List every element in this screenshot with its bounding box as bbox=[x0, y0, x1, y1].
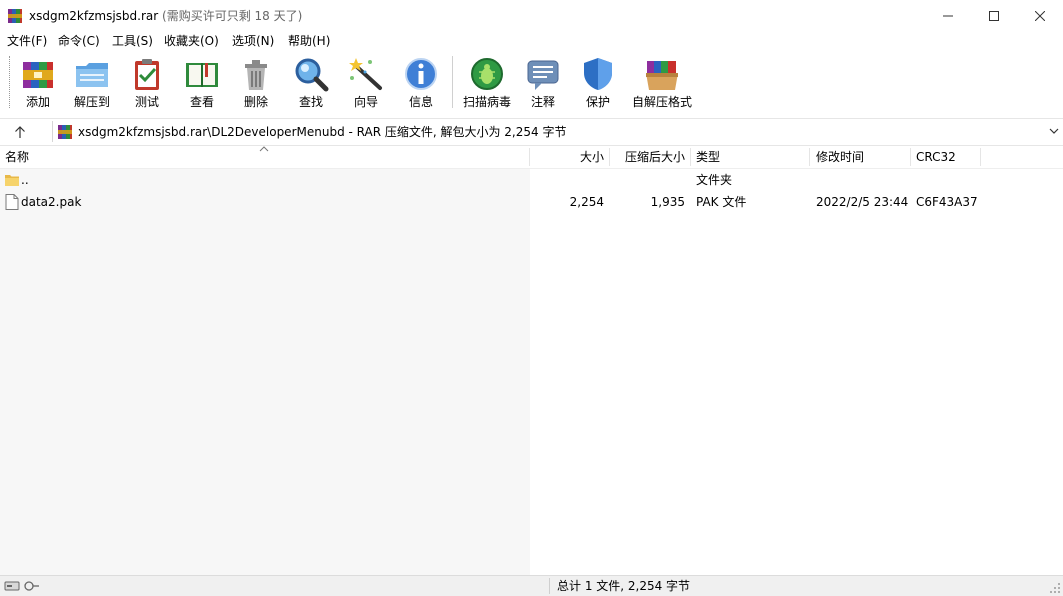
column-divider[interactable] bbox=[910, 148, 911, 166]
delete-button[interactable]: 删除 bbox=[231, 54, 281, 114]
column-header-name[interactable]: 名称 bbox=[5, 146, 29, 168]
file-list-header: 名称 大小 压缩后大小 类型 修改时间 CRC32 bbox=[0, 146, 1063, 169]
drive-key-icon[interactable] bbox=[4, 579, 40, 593]
add-archive-icon bbox=[23, 62, 53, 88]
address-field[interactable]: xsdgm2kfzmsjsbd.rar\DL2DeveloperMenubd -… bbox=[52, 121, 1063, 142]
virus-scan-icon bbox=[471, 58, 503, 90]
title-bar: xsdgm2kfzmsjsbd.rar (需购买许可只剩 18 天了) bbox=[0, 0, 1063, 32]
file-type: 文件夹 bbox=[696, 173, 733, 187]
address-bar: xsdgm2kfzmsjsbd.rar\DL2DeveloperMenubd -… bbox=[0, 118, 1063, 146]
chevron-down-icon[interactable] bbox=[1047, 124, 1061, 138]
magnifier-icon bbox=[295, 58, 329, 92]
info-button[interactable]: 信息 bbox=[396, 54, 446, 114]
close-icon bbox=[1035, 11, 1045, 21]
address-path: xsdgm2kfzmsjsbd.rar\DL2DeveloperMenubd -… bbox=[78, 125, 567, 139]
status-bar: 总计 1 文件, 2,254 字节 bbox=[0, 575, 1063, 596]
menu-options[interactable]: 选项(N) bbox=[232, 33, 274, 49]
sfx-button[interactable]: 自解压格式 bbox=[632, 54, 692, 114]
window-title: xsdgm2kfzmsjsbd.rar (需购买许可只剩 18 天了) bbox=[29, 8, 302, 24]
file-size: 2,254 bbox=[569, 195, 604, 209]
book-icon bbox=[186, 63, 218, 87]
file-packed-size: 1,935 bbox=[650, 195, 685, 209]
column-header-type[interactable]: 类型 bbox=[696, 146, 720, 168]
folder-icon bbox=[5, 175, 19, 186]
menu-file[interactable]: 文件(F) bbox=[7, 33, 47, 49]
status-summary: 总计 1 文件, 2,254 字节 bbox=[557, 579, 691, 593]
menu-bar: 文件(F) 命令(C) 工具(S) 收藏夹(O) 选项(N) 帮助(H) bbox=[0, 32, 1063, 50]
file-icon bbox=[5, 194, 19, 210]
add-button[interactable]: 添加 bbox=[13, 54, 63, 114]
column-divider[interactable] bbox=[980, 148, 981, 166]
view-button[interactable]: 查看 bbox=[177, 54, 227, 114]
menu-tools[interactable]: 工具(S) bbox=[112, 33, 153, 49]
column-header-packed[interactable]: 压缩后大小 bbox=[611, 146, 685, 168]
comment-button[interactable]: 注释 bbox=[518, 54, 568, 114]
winrar-app-icon[interactable] bbox=[7, 8, 23, 24]
column-divider[interactable] bbox=[609, 148, 610, 166]
list-item[interactable]: .. 文件夹 bbox=[0, 169, 1063, 191]
sfx-button-label: 自解压格式 bbox=[631, 95, 692, 109]
menu-commands[interactable]: 命令(C) bbox=[58, 33, 100, 49]
file-crc32: C6F43A37 bbox=[916, 195, 978, 209]
maximize-icon bbox=[989, 11, 999, 21]
comment-icon bbox=[527, 60, 559, 90]
column-divider[interactable] bbox=[809, 148, 810, 166]
column-header-size[interactable]: 大小 bbox=[531, 146, 604, 168]
magic-wand-icon bbox=[349, 58, 382, 90]
minimize-icon bbox=[943, 15, 953, 17]
find-button[interactable]: 查找 bbox=[286, 54, 336, 114]
test-button[interactable]: 测试 bbox=[122, 54, 172, 114]
file-type: PAK 文件 bbox=[696, 195, 747, 209]
extract-folder-icon bbox=[76, 63, 108, 87]
list-item[interactable]: data2.pak 2,254 1,935 PAK 文件 2022/2/5 23… bbox=[0, 191, 1063, 213]
resize-grip-icon[interactable] bbox=[1049, 582, 1061, 594]
file-modified: 2022/2/5 23:44 bbox=[816, 195, 909, 209]
menu-help[interactable]: 帮助(H) bbox=[288, 33, 330, 49]
menu-favorites[interactable]: 收藏夹(O) bbox=[164, 33, 219, 49]
sort-ascending-icon bbox=[259, 146, 269, 152]
file-size bbox=[531, 169, 604, 191]
shield-icon bbox=[584, 58, 612, 90]
window-title-license: (需购买许可只剩 18 天了) bbox=[162, 9, 303, 23]
column-header-modified[interactable]: 修改时间 bbox=[816, 146, 864, 168]
info-button-label: 信息 bbox=[408, 95, 433, 109]
up-one-level-button[interactable] bbox=[8, 122, 32, 142]
arrow-up-icon bbox=[15, 126, 25, 138]
maximize-button[interactable] bbox=[971, 0, 1017, 32]
clipboard-check-icon bbox=[135, 59, 159, 90]
column-header-crc32[interactable]: CRC32 bbox=[916, 146, 956, 168]
file-list[interactable]: .. 文件夹 data2.pak 2,254 1,935 PAK 文件 2022… bbox=[0, 169, 1063, 575]
sfx-box-icon bbox=[646, 61, 678, 90]
wizard-button[interactable]: 向导 bbox=[341, 54, 391, 114]
status-divider bbox=[549, 578, 550, 594]
virus-scan-button[interactable]: 扫描病毒 bbox=[462, 54, 512, 114]
minimize-button[interactable] bbox=[925, 0, 971, 32]
extract-to-button[interactable]: 解压到 bbox=[67, 54, 117, 114]
rar-archive-icon bbox=[58, 125, 72, 139]
trash-icon bbox=[245, 60, 267, 90]
name-column-background bbox=[0, 169, 530, 575]
toolbar: 添加 解压到 测试 查看 删除 查找 向导 信息 扫描病毒 注释 保护 自解压格… bbox=[0, 50, 1063, 116]
file-packed-size bbox=[611, 169, 685, 191]
protect-button-label: 保护 bbox=[585, 95, 610, 109]
protect-button[interactable]: 保护 bbox=[573, 54, 623, 114]
window-title-name: xsdgm2kfzmsjsbd.rar bbox=[29, 9, 159, 23]
file-name: .. bbox=[21, 173, 29, 187]
file-name: data2.pak bbox=[21, 195, 82, 209]
close-button[interactable] bbox=[1017, 0, 1063, 32]
column-divider[interactable] bbox=[529, 148, 530, 166]
column-divider[interactable] bbox=[690, 148, 691, 166]
info-icon bbox=[405, 58, 437, 90]
